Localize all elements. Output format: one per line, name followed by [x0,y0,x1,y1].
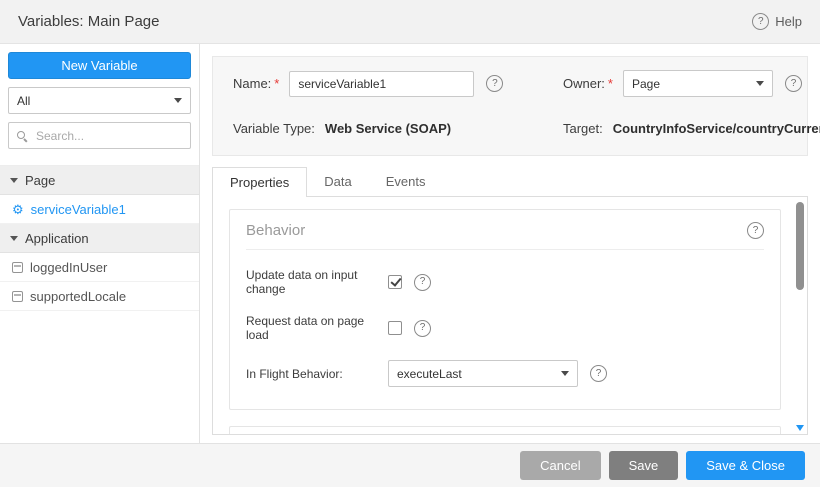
spinner-section: Spinner ? [229,426,781,435]
scroll-down-icon[interactable] [796,425,804,431]
help-link[interactable]: ? Help [752,13,802,30]
variable-summary-panel: Name:* ? Owner:* Page ? Variable Type: W… [212,56,808,156]
search-icon [16,130,28,142]
scrollbar[interactable] [796,200,804,431]
variable-type-value: Web Service (SOAP) [325,121,451,136]
in-flight-label: In Flight Behavior: [246,367,388,381]
in-flight-help-icon[interactable]: ? [590,365,607,382]
update-data-row: Update data on input change ? [246,268,764,296]
request-data-row: Request data on page load ? [246,314,764,342]
request-data-checkbox[interactable] [388,321,402,335]
tree-item-servicevariable1[interactable]: ⚙ serviceVariable1 [0,195,199,224]
page-title: Variables: Main Page [18,13,159,30]
variable-tree: Page ⚙ serviceVariable1 Application logg… [0,165,199,311]
tree-item-supportedlocale[interactable]: supportedLocale [0,282,199,311]
help-label: Help [775,14,802,29]
behavior-help-icon[interactable]: ? [747,222,764,239]
name-label-text: Name: [233,76,271,91]
target-value: CountryInfoService/countryCurrency [613,121,820,136]
name-field-group: Name:* ? [233,71,563,97]
save-button[interactable]: Save [609,451,679,480]
behavior-section-header: Behavior ? [246,222,764,250]
sidebar: New Variable All Page ⚙ serviceVariable1… [0,44,200,443]
tab-properties[interactable]: Properties [212,167,307,197]
search-box [8,122,191,149]
gear-icon: ⚙ [12,203,24,216]
owner-value: Page [632,77,660,91]
update-data-label: Update data on input change [246,268,388,296]
save-close-button[interactable]: Save & Close [686,451,805,480]
tree-item-label: supportedLocale [30,289,126,304]
tree-item-label: serviceVariable1 [31,202,126,217]
owner-label: Owner:* [563,76,613,91]
scrollbar-thumb[interactable] [796,202,804,290]
header: Variables: Main Page ? Help [0,0,820,44]
owner-dropdown[interactable]: Page [623,70,773,97]
tree-item-loggedinuser[interactable]: loggedInUser [0,253,199,282]
name-owner-row: Name:* ? Owner:* Page ? [233,70,787,97]
chevron-down-icon [561,371,569,376]
sidebar-controls: New Variable All [0,44,199,157]
request-data-label: Request data on page load [246,314,388,342]
variable-icon [12,291,23,302]
cancel-button[interactable]: Cancel [520,451,600,480]
properties-panel: Behavior ? Update data on input change ?… [212,196,808,435]
behavior-section-title: Behavior [246,222,305,239]
collapse-icon [10,236,18,241]
variable-icon [12,262,23,273]
tree-group-page[interactable]: Page [0,166,199,195]
footer: Cancel Save Save & Close [0,443,820,487]
target-label: Target: [563,121,603,136]
behavior-section: Behavior ? Update data on input change ?… [229,209,781,410]
tree-group-application[interactable]: Application [0,224,199,253]
new-variable-button[interactable]: New Variable [8,52,191,79]
name-label: Name:* [233,76,279,91]
name-help-icon[interactable]: ? [486,75,503,92]
required-marker: * [608,76,613,91]
variables-dialog: Variables: Main Page ? Help New Variable… [0,0,820,487]
tree-item-label: loggedInUser [30,260,107,275]
target-group: Target: CountryInfoService/countryCurren… [563,121,820,136]
tree-group-label: Application [25,231,89,246]
chevron-down-icon [174,98,182,103]
main-content: Name:* ? Owner:* Page ? Variable Type: W… [200,44,820,443]
collapse-icon [10,178,18,183]
update-data-checkbox[interactable] [388,275,402,289]
tab-events[interactable]: Events [369,167,443,197]
tab-bar: Properties Data Events [212,167,808,197]
name-input[interactable] [289,71,474,97]
in-flight-value: executeLast [397,367,462,381]
tree-group-label: Page [25,173,55,188]
filter-dropdown[interactable]: All [8,87,191,114]
type-target-row: Variable Type: Web Service (SOAP) Target… [233,121,787,136]
variable-type-label: Variable Type: [233,121,315,136]
chevron-down-icon [756,81,764,86]
request-data-help-icon[interactable]: ? [414,320,431,337]
in-flight-row: In Flight Behavior: executeLast ? [246,360,764,387]
update-data-help-icon[interactable]: ? [414,274,431,291]
owner-field-group: Owner:* Page ? [563,70,802,97]
tab-data[interactable]: Data [307,167,368,197]
in-flight-dropdown[interactable]: executeLast [388,360,578,387]
search-input[interactable] [34,128,183,144]
filter-value: All [17,94,30,108]
owner-help-icon[interactable]: ? [785,75,802,92]
required-marker: * [274,76,279,91]
owner-label-text: Owner: [563,76,605,91]
variable-type-group: Variable Type: Web Service (SOAP) [233,121,563,136]
help-icon: ? [752,13,769,30]
